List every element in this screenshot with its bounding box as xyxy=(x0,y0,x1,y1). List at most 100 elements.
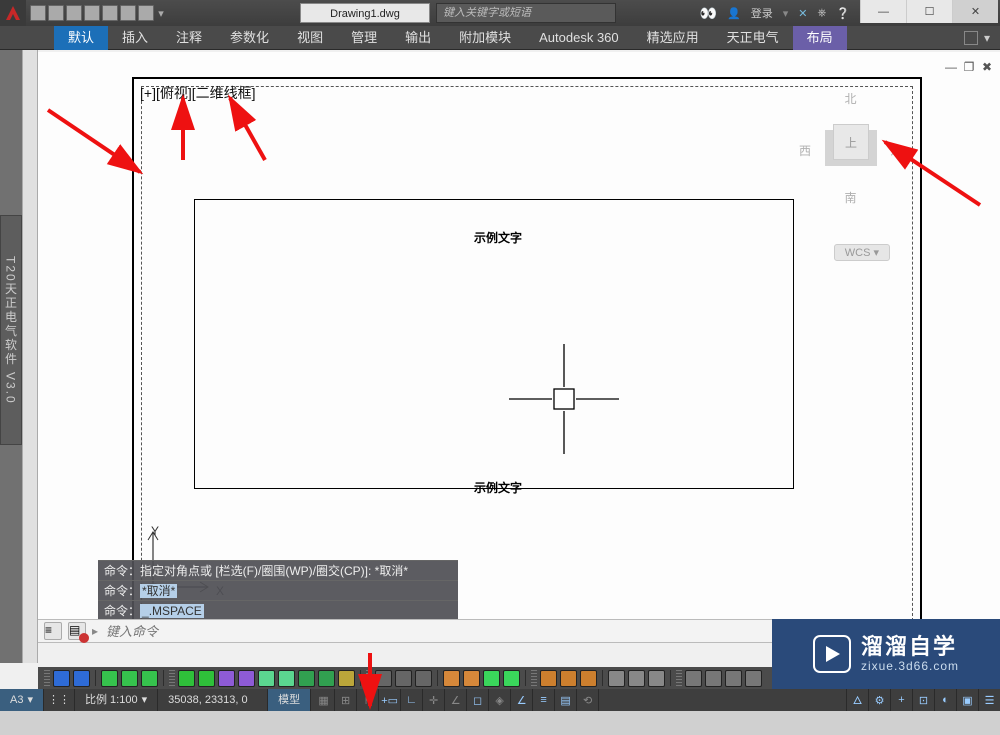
ribbon-tab-parametric[interactable]: 参数化 xyxy=(216,26,283,50)
iso-toggle-icon[interactable]: ∠ xyxy=(445,689,467,711)
tool-insert-icon[interactable] xyxy=(628,670,645,687)
tool-rotate-icon[interactable] xyxy=(415,670,432,687)
tool-leader-icon[interactable] xyxy=(580,670,597,687)
lwt-toggle-icon[interactable]: ≡ xyxy=(533,689,555,711)
infer-toggle-icon[interactable]: ⊦ xyxy=(357,689,379,711)
snap-toggle-icon[interactable]: ⊞ xyxy=(335,689,357,711)
ribbon-tab-annotate[interactable]: 注释 xyxy=(162,26,216,50)
viewport-controls-label[interactable]: [+][俯视][二维线框] xyxy=(140,83,256,103)
qat-plot-icon[interactable] xyxy=(102,5,118,21)
ribbon-tab-insert[interactable]: 插入 xyxy=(108,26,162,50)
qat-saveas-icon[interactable] xyxy=(84,5,100,21)
signin-label[interactable]: 登录 xyxy=(751,5,773,21)
viewcube-south[interactable]: 南 xyxy=(803,189,898,206)
infocenter-search-icon[interactable]: 👀 xyxy=(700,5,717,22)
ribbon-tab-view[interactable]: 视图 xyxy=(283,26,337,50)
help-search-input[interactable]: 键入关键字或短语 xyxy=(436,3,616,23)
maximize-button[interactable]: ☐ xyxy=(906,0,952,23)
left-palette-strip[interactable] xyxy=(22,50,38,663)
polar-toggle-icon[interactable]: ✛ xyxy=(423,689,445,711)
annoscale-toggle-icon[interactable]: 🜂 xyxy=(846,689,868,711)
grid-toggle-icon[interactable]: ▦ xyxy=(313,689,335,711)
cmd-handle-icon[interactable]: ≡ xyxy=(44,622,62,640)
tool-polygon-icon[interactable] xyxy=(318,670,335,687)
viewcube-west[interactable]: 西 xyxy=(799,142,811,159)
qat-open-icon[interactable] xyxy=(48,5,64,21)
tool-table-icon[interactable] xyxy=(648,670,665,687)
doc-close-button[interactable]: ✖ xyxy=(980,60,994,74)
tool-layer-icon[interactable] xyxy=(101,670,118,687)
minimize-button[interactable]: — xyxy=(860,0,906,23)
qat-undo-icon[interactable] xyxy=(120,5,136,21)
status-grip-icon[interactable]: ⋮⋮ xyxy=(44,689,75,711)
ribbon-panel-icon[interactable] xyxy=(964,31,978,45)
model-tab[interactable]: 模型 xyxy=(268,689,311,711)
osnap-toggle-icon[interactable]: ◻ xyxy=(467,689,489,711)
ribbon-tab-manage[interactable]: 管理 xyxy=(337,26,391,50)
tool-measure-icon[interactable] xyxy=(725,670,742,687)
scale-chip[interactable]: 比例 1:100 ▾ xyxy=(75,689,158,711)
tool-layeriso-icon[interactable] xyxy=(121,670,138,687)
tool-saveall-icon[interactable] xyxy=(73,670,90,687)
tool-arc-icon[interactable] xyxy=(218,670,235,687)
cleanscreen-toggle-icon[interactable]: ▣ xyxy=(956,689,978,711)
sheet-size-chip[interactable]: A3 ▾ xyxy=(0,689,44,711)
ribbon-dropdown-icon[interactable]: ▾ xyxy=(984,31,990,45)
qat-save-icon[interactable] xyxy=(66,5,82,21)
viewcube-east[interactable]: 东 xyxy=(890,142,902,159)
transparency-toggle-icon[interactable]: ▤ xyxy=(555,689,577,711)
tangent-palette-title[interactable]: T20天正电气软件 V3.0 xyxy=(0,215,22,445)
drawing-area[interactable]: — ❐ ✖ [+][俯视][二维线框] 示例文字 示例文字 Y X 北 xyxy=(38,52,1000,620)
otrack-toggle-icon[interactable]: ∠ xyxy=(511,689,533,711)
toolbar-grip-icon[interactable] xyxy=(531,670,537,686)
workspace-toggle-icon[interactable]: ⚙ xyxy=(868,689,890,711)
tool-move-icon[interactable] xyxy=(375,670,392,687)
view-cube[interactable]: 北 西 东 南 上 xyxy=(803,84,898,224)
app-logo[interactable] xyxy=(0,0,26,26)
toolbar-grip-icon[interactable] xyxy=(366,670,372,686)
ortho-toggle-icon[interactable]: ∟ xyxy=(401,689,423,711)
tool-fillet-icon[interactable] xyxy=(483,670,500,687)
ribbon-tab-output[interactable]: 输出 xyxy=(391,26,445,50)
ribbon-tab-a360[interactable]: Autodesk 360 xyxy=(525,26,633,50)
tool-donut-icon[interactable] xyxy=(198,670,215,687)
viewcube-top-face[interactable]: 上 xyxy=(833,124,869,160)
exchange-x-icon[interactable]: ✕ xyxy=(798,7,807,20)
tool-extend-icon[interactable] xyxy=(463,670,480,687)
tool-chamfer-icon[interactable] xyxy=(503,670,520,687)
ribbon-tab-layout[interactable]: 布局 xyxy=(793,26,847,50)
doc-restore-button[interactable]: ❐ xyxy=(962,60,976,74)
ribbon-tab-default[interactable]: 默认 xyxy=(54,26,108,50)
exchange-a-icon[interactable]: ⎈ xyxy=(817,7,826,20)
tool-circle-icon[interactable] xyxy=(178,670,195,687)
tool-copy-icon[interactable] xyxy=(395,670,412,687)
help-icon[interactable]: ❔ xyxy=(836,7,850,20)
dynamic-input-toggle-icon[interactable]: +▭ xyxy=(379,689,401,711)
qat-customize-icon[interactable]: ▾ xyxy=(156,5,166,21)
customize-status-icon[interactable]: ☰ xyxy=(978,689,1000,711)
qat-new-icon[interactable] xyxy=(30,5,46,21)
tool-block-icon[interactable] xyxy=(608,670,625,687)
tool-text-icon[interactable] xyxy=(560,670,577,687)
toolbar-grip-icon[interactable] xyxy=(44,670,50,686)
wcs-badge[interactable]: WCS ▾ xyxy=(834,244,890,261)
ribbon-tab-tangent[interactable]: 天正电气 xyxy=(713,26,793,50)
tool-hatch-icon[interactable] xyxy=(338,670,355,687)
tool-match-icon[interactable] xyxy=(705,670,722,687)
tool-save-icon[interactable] xyxy=(53,670,70,687)
tool-trim-icon[interactable] xyxy=(443,670,460,687)
tool-pline-icon[interactable] xyxy=(258,670,275,687)
tool-calc-icon[interactable] xyxy=(745,670,762,687)
ribbon-tab-featured[interactable]: 精选应用 xyxy=(633,26,713,50)
user-icon[interactable]: 👤 xyxy=(727,7,741,20)
viewcube-north[interactable]: 北 xyxy=(803,90,898,107)
toolbar-grip-icon[interactable] xyxy=(676,670,682,686)
tool-ellipse-icon[interactable] xyxy=(238,670,255,687)
tool-dim-icon[interactable] xyxy=(540,670,557,687)
qat-redo-icon[interactable] xyxy=(138,5,154,21)
isolate-toggle-icon[interactable]: ◐ xyxy=(934,689,956,711)
3dosnap-toggle-icon[interactable]: ◈ xyxy=(489,689,511,711)
ribbon-tab-addins[interactable]: 附加模块 xyxy=(445,26,525,50)
toolbar-grip-icon[interactable] xyxy=(169,670,175,686)
doc-minimize-button[interactable]: — xyxy=(944,60,958,74)
